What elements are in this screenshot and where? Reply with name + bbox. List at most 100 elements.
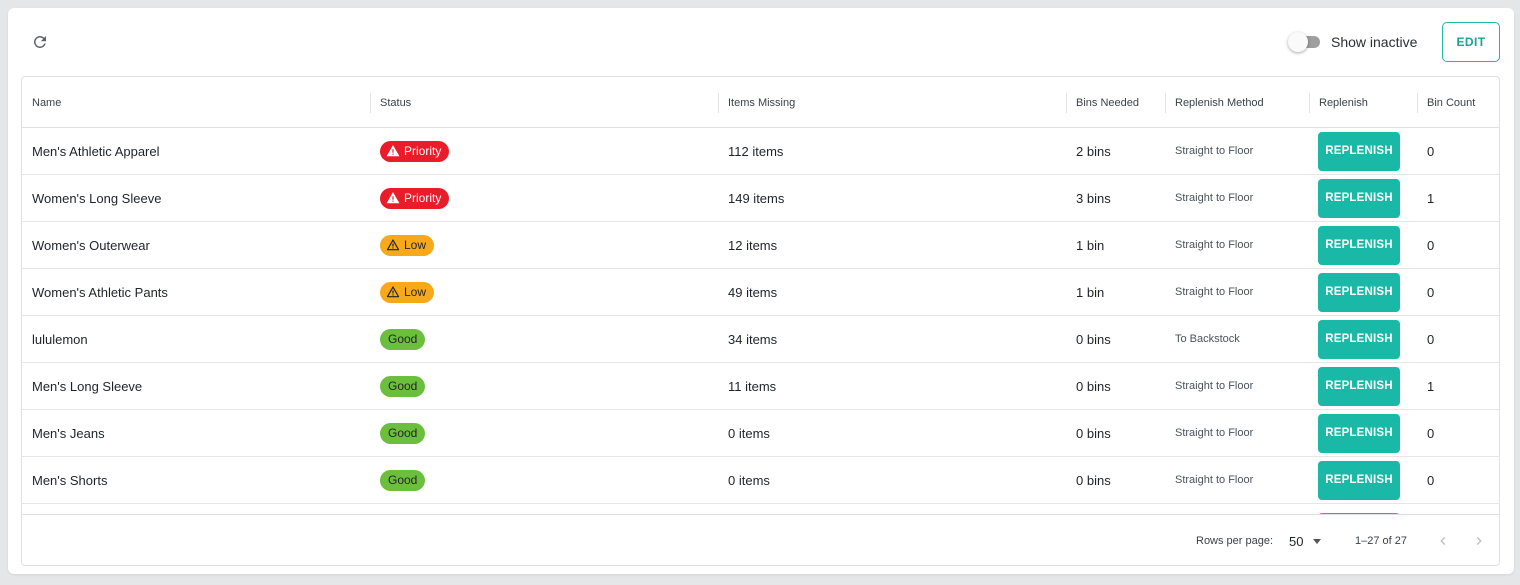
- bin-count-cell: 0: [1427, 284, 1435, 300]
- status-label: Good: [388, 473, 418, 487]
- table-row: Men's Long Sleeve Good 11 items 0 bins Strai…: [22, 363, 1499, 410]
- status-cell: Good: [370, 410, 426, 456]
- table-body: Men's Athletic Apparel Priority 112 items 2…: [22, 128, 1499, 513]
- table-row: Women's Long Sleeve Priority 149 items 3 bi…: [22, 175, 1499, 222]
- bins-needed-cell: 0 bins: [1076, 425, 1111, 441]
- table-row: Men's Jeans Good 0 items 0 bins Straight to …: [22, 410, 1499, 457]
- table-row: Men's Athletic Apparel Priority 112 items 2…: [22, 128, 1499, 175]
- replenish-method-cell: To Backstock: [1175, 333, 1240, 345]
- bins-needed-cell: 3 bins: [1076, 190, 1111, 206]
- status-badge: Priority: [380, 140, 450, 162]
- bins-needed-cell: 0 bins: [1076, 472, 1111, 488]
- replenish-cell: REPLENISH: [1309, 363, 1400, 409]
- status-badge: Good: [380, 328, 426, 350]
- bin-count-cell: 0: [1427, 425, 1435, 441]
- replenish-method-cell: Straight to Floor: [1175, 474, 1254, 486]
- status-label: Low: [404, 285, 427, 299]
- name-cell: Women's Athletic Pants: [32, 284, 168, 300]
- replenishment-panel: Show inactive EDIT Name Status Items Mis…: [8, 8, 1514, 574]
- name-cell: Men's Jeans: [32, 425, 105, 441]
- items-missing-cell: 149 items: [728, 190, 785, 206]
- items-missing-cell: 11 items: [728, 378, 777, 394]
- replenishment-table: Name Status Items Missing Bins Needed Re…: [21, 76, 1500, 566]
- items-missing-cell: 112 items: [728, 143, 784, 159]
- status-badge: Low: [380, 234, 435, 256]
- bins-needed-cell: 0 bins: [1076, 331, 1111, 347]
- chevron-left-icon[interactable]: [1431, 529, 1455, 553]
- replenish-button[interactable]: REPLENISH: [1318, 272, 1400, 312]
- bin-count-cell: 0: [1427, 472, 1435, 488]
- replenish-cell: REPLENISH: [1309, 410, 1400, 456]
- warning-icon: [386, 285, 400, 299]
- chevron-right-icon[interactable]: [1467, 529, 1491, 553]
- rows-per-page-value: 50: [1289, 533, 1304, 549]
- column-header-bin-count[interactable]: Bin Count: [1417, 77, 1499, 128]
- status-cell: Good: [370, 363, 426, 409]
- pagination-range: 1–27 of 27: [1355, 535, 1407, 547]
- status-cell: Priority: [370, 128, 450, 174]
- table-row: Men's Shorts Good 0 items 0 bins Straight to…: [22, 457, 1499, 504]
- show-inactive-label: Show inactive: [1331, 34, 1418, 50]
- column-header-replenish-method[interactable]: Replenish Method: [1165, 77, 1309, 128]
- replenish-button[interactable]: REPLENISH: [1318, 178, 1400, 218]
- name-cell: Women's Outerwear: [32, 237, 150, 253]
- show-inactive-control: Show inactive: [1288, 32, 1417, 52]
- status-label: Good: [388, 426, 418, 440]
- replenish-cell: REPLENISH: [1309, 175, 1400, 221]
- column-header-status[interactable]: Status: [370, 77, 718, 128]
- items-missing-cell: 34 items: [728, 331, 778, 347]
- column-header-replenish[interactable]: Replenish: [1309, 77, 1417, 128]
- replenish-button[interactable]: REPLENISH: [1318, 366, 1400, 406]
- toolbar: Show inactive EDIT: [8, 8, 1514, 76]
- bin-count-cell: 0: [1427, 237, 1435, 253]
- status-cell: Low: [370, 222, 435, 268]
- replenish-cell: REPLENISH: [1309, 316, 1400, 362]
- bins-needed-cell: 1 bin: [1076, 237, 1105, 253]
- table-header: Name Status Items Missing Bins Needed Re…: [22, 77, 1499, 128]
- name-cell: lululemon: [32, 331, 88, 347]
- bin-count-cell: 0: [1427, 143, 1435, 159]
- name-cell: Women's Long Sleeve: [32, 190, 162, 206]
- replenish-button[interactable]: REPLENISH: [1318, 460, 1400, 500]
- bins-needed-cell: 1 bin: [1076, 284, 1105, 300]
- warning-icon: [386, 191, 400, 205]
- bin-count-cell: 1: [1427, 190, 1435, 206]
- replenish-cell: REPLENISH: [1309, 457, 1400, 503]
- rows-per-page-select[interactable]: 50: [1289, 515, 1322, 565]
- bins-needed-cell: 2 bins: [1076, 143, 1111, 159]
- column-header-bins-needed[interactable]: Bins Needed: [1066, 77, 1165, 128]
- name-cell: Men's Shorts: [32, 472, 108, 488]
- replenish-cell: REPLENISH: [1309, 222, 1400, 268]
- table-row: Women's Athletic Pants Low 49 items 1 bin St…: [22, 269, 1499, 316]
- table-row: lululemon Good 34 items 0 bins To Backstock R…: [22, 316, 1499, 363]
- replenish-method-cell: Straight to Floor: [1175, 286, 1254, 298]
- replenish-button[interactable]: REPLENISH: [1318, 319, 1400, 359]
- replenish-method-cell: Straight to Floor: [1175, 145, 1254, 157]
- replenish-method-cell: Straight to Floor: [1175, 380, 1254, 392]
- status-badge: Good: [380, 375, 426, 397]
- status-cell: Good: [370, 316, 426, 362]
- replenish-button[interactable]: REPLENISH: [1318, 131, 1400, 171]
- edit-button[interactable]: EDIT: [1442, 22, 1500, 62]
- column-header-items-missing[interactable]: Items Missing: [718, 77, 1066, 128]
- table-row: Women's Outerwear Low 12 items 1 bin Straigh…: [22, 222, 1499, 269]
- items-missing-cell: 12 items: [728, 237, 778, 253]
- status-badge: Good: [380, 469, 426, 491]
- column-header-name[interactable]: Name: [22, 77, 370, 128]
- show-inactive-toggle[interactable]: [1288, 32, 1322, 52]
- rows-per-page-label: Rows per page:: [1196, 535, 1274, 547]
- status-cell: Low: [370, 269, 435, 315]
- status-badge: Priority: [380, 187, 450, 209]
- replenish-button[interactable]: REPLENISH: [1318, 225, 1400, 265]
- items-missing-cell: 0 items: [728, 425, 770, 441]
- replenish-method-cell: Straight to Floor: [1175, 192, 1254, 204]
- status-label: Priority: [404, 191, 442, 205]
- bin-count-cell: 0: [1427, 331, 1435, 347]
- replenish-method-cell: Straight to Floor: [1175, 427, 1254, 439]
- replenish-button[interactable]: REPLENISH: [1318, 413, 1400, 453]
- refresh-icon[interactable]: [28, 30, 52, 54]
- status-badge: Good: [380, 422, 426, 444]
- bin-count-cell: 1: [1427, 378, 1435, 394]
- replenish-cell: REPLENISH: [1309, 269, 1400, 315]
- replenish-method-cell: Straight to Floor: [1175, 239, 1254, 251]
